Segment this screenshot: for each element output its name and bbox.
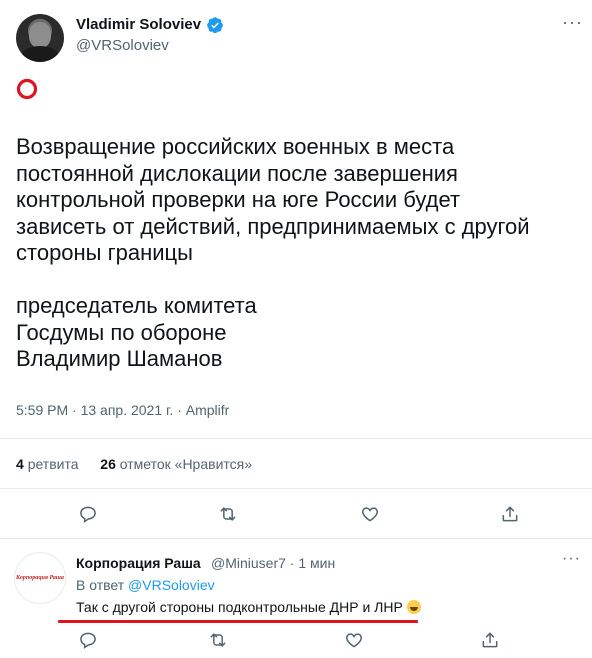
retweet-icon[interactable] (216, 502, 240, 526)
reply-reply-icon[interactable] (76, 628, 100, 652)
retweets-count: 4 (16, 456, 24, 472)
tweet-date[interactable]: 13 апр. 2021 г. (81, 402, 174, 418)
replying-to: В ответ @VRSoloviev (76, 577, 215, 593)
tweet-time[interactable]: 5:59 PM (16, 402, 68, 418)
reply-icon[interactable] (76, 502, 100, 526)
author-handle[interactable]: @VRSoloviev (76, 37, 169, 54)
reply-author-name[interactable]: Корпорация Раша (76, 555, 201, 571)
like-icon[interactable] (358, 502, 382, 526)
replying-to-link[interactable]: @VRSoloviev (128, 577, 215, 593)
more-options-icon[interactable]: ··· (562, 12, 583, 33)
red-underline (58, 620, 418, 623)
avatar-shoulders (20, 46, 60, 62)
tweet-line: стороны границы (16, 240, 193, 266)
reply-avatar[interactable]: Корпорация Раша (14, 552, 66, 604)
reply-text-content: Так с другой стороны подконтрольные ДНР … (76, 599, 403, 615)
reply-share-icon[interactable] (478, 628, 502, 652)
reply-retweet-icon[interactable] (206, 628, 230, 652)
tweet-line: контрольной проверки на юге России будет (16, 187, 461, 213)
meta-separator: · (72, 402, 77, 418)
reply-more-options-icon[interactable]: ··· (562, 550, 581, 568)
author-name[interactable]: Vladimir Soloviev (76, 16, 201, 33)
tweet-source[interactable]: Amplifr (186, 402, 230, 418)
red-circle-icon (16, 78, 38, 100)
tweet-line: зависеть от действий, предпринимаемых с … (16, 213, 530, 239)
retweets-stat[interactable]: 4 ретвита (16, 456, 82, 472)
tweet-paragraph-1: Возвращение российских военных в места п… (16, 134, 556, 267)
divider (0, 438, 592, 439)
replying-prefix: В ответ (76, 577, 125, 593)
tweet-line: постоянной дислокации после завершения (16, 160, 458, 186)
tweet-text: Возвращение российских военных в места п… (16, 134, 556, 373)
reply-like-icon[interactable] (342, 628, 366, 652)
likes-label: отметок «Нравится» (119, 456, 253, 472)
retweets-label: ретвита (27, 456, 79, 472)
share-icon[interactable] (498, 502, 522, 526)
tweet-stats: 4 ретвита 26 отметок «Нравится» (16, 456, 252, 472)
likes-count: 26 (100, 456, 116, 472)
verified-badge-icon (207, 17, 223, 34)
grinning-face-emoji (406, 600, 421, 614)
tweet-line: Владимир Шаманов (16, 346, 223, 372)
avatar-face (29, 22, 51, 48)
divider (0, 488, 592, 489)
reply-author-handle[interactable]: @Miniuser7 · 1 мин (211, 555, 335, 571)
tweet-line: Возвращение российских военных в места (16, 134, 455, 159)
likes-stat[interactable]: 26 отметок «Нравится» (100, 456, 252, 472)
tweet-meta: 5:59 PM · 13 апр. 2021 г. · Amplifr (16, 402, 229, 418)
tweet-line: председатель комитета (16, 292, 257, 318)
reply-avatar-logo: Корпорация Раша (16, 574, 64, 581)
tweet-line: Госдумы по обороне (16, 319, 227, 345)
meta-separator: · (177, 402, 182, 418)
author-avatar[interactable] (16, 14, 64, 62)
tweet-paragraph-2: председатель комитета Госдумы по обороне… (16, 293, 556, 373)
reply-text: Так с другой стороны подконтрольные ДНР … (76, 599, 421, 615)
divider (0, 538, 592, 539)
